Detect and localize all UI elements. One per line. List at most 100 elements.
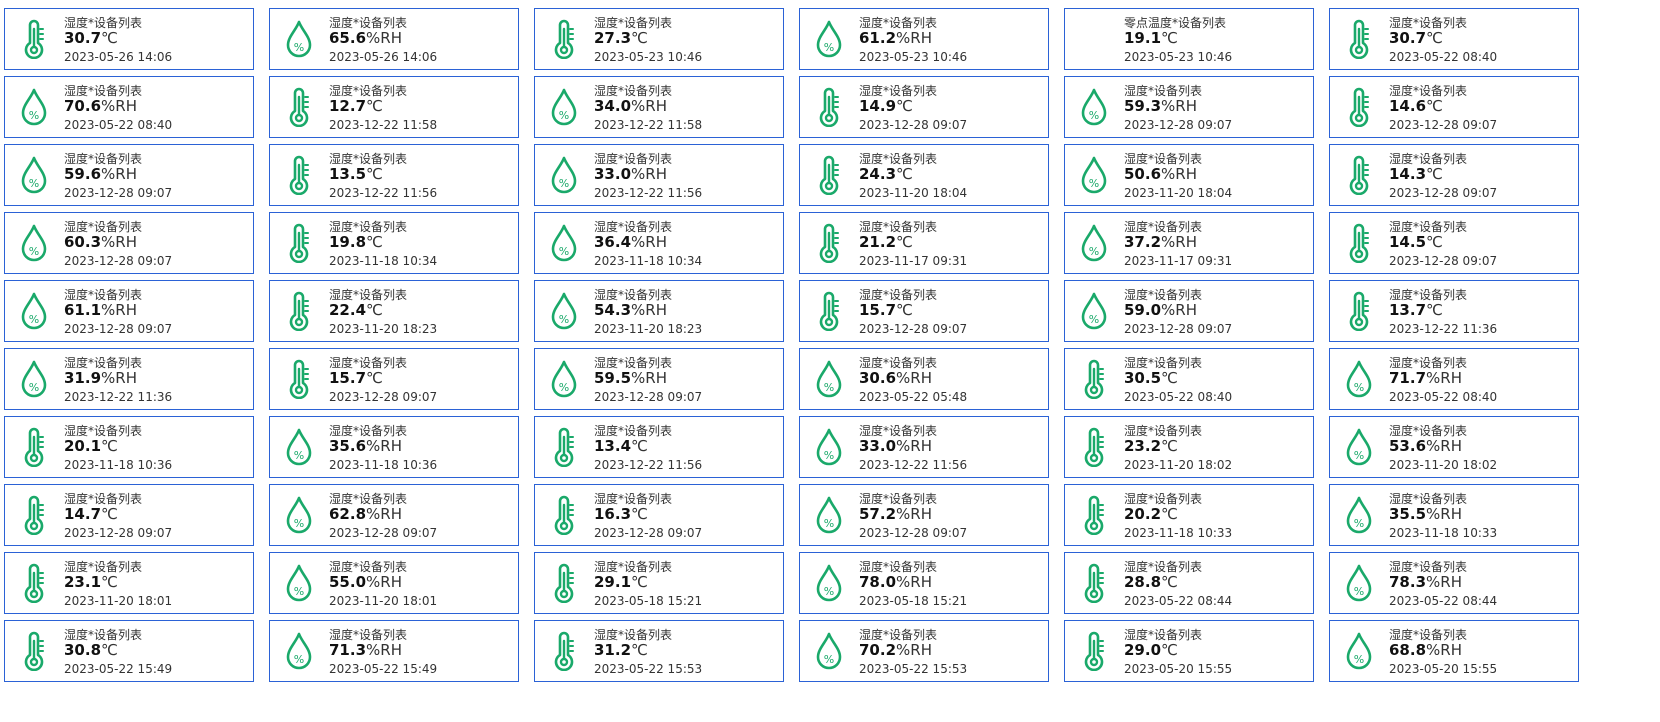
sensor-card[interactable]: 湿度*设备列表 13.7℃ 2023-12-22 11:36 <box>1329 280 1579 342</box>
sensor-card[interactable]: % 湿度*设备列表 59.3%RH 2023-12-28 09:07 <box>1064 76 1314 138</box>
sensor-card[interactable]: 湿度*设备列表 30.8℃ 2023-05-22 15:49 <box>4 620 254 682</box>
sensor-card[interactable]: % 湿度*设备列表 34.0%RH 2023-12-22 11:58 <box>534 76 784 138</box>
sensor-timestamp: 2023-11-20 18:02 <box>1389 458 1498 472</box>
sensor-label: 湿度*设备列表 <box>1389 220 1468 234</box>
sensor-card[interactable]: % 湿度*设备列表 78.3%RH 2023-05-22 08:44 <box>1329 552 1579 614</box>
sensor-card[interactable]: % 湿度*设备列表 65.6%RH 2023-05-26 14:06 <box>269 8 519 70</box>
sensor-card[interactable]: 湿度*设备列表 29.1℃ 2023-05-18 15:21 <box>534 552 784 614</box>
sensor-card[interactable]: % 湿度*设备列表 70.6%RH 2023-05-22 08:40 <box>4 76 254 138</box>
sensor-card[interactable]: % 湿度*设备列表 35.5%RH 2023-11-18 10:33 <box>1329 484 1579 546</box>
sensor-card[interactable]: 湿度*设备列表 29.0℃ 2023-05-20 15:55 <box>1064 620 1314 682</box>
sensor-card[interactable]: % 湿度*设备列表 59.0%RH 2023-12-28 09:07 <box>1064 280 1314 342</box>
sensor-card[interactable]: 湿度*设备列表 14.6℃ 2023-12-28 09:07 <box>1329 76 1579 138</box>
sensor-card[interactable]: 湿度*设备列表 14.9℃ 2023-12-28 09:07 <box>799 76 1049 138</box>
sensor-reading: 22.4℃ <box>329 301 383 320</box>
sensor-card[interactable]: 湿度*设备列表 30.7℃ 2023-05-22 08:40 <box>1329 8 1579 70</box>
sensor-card[interactable]: % 湿度*设备列表 57.2%RH 2023-12-28 09:07 <box>799 484 1049 546</box>
sensor-card[interactable]: 湿度*设备列表 31.2℃ 2023-05-22 15:53 <box>534 620 784 682</box>
reading-unit: ℃ <box>1426 29 1443 47</box>
sensor-card[interactable]: % 湿度*设备列表 68.8%RH 2023-05-20 15:55 <box>1329 620 1579 682</box>
humidity-drop-icon: % <box>19 87 49 127</box>
thermometer-icon <box>814 155 844 195</box>
sensor-card[interactable]: 湿度*设备列表 13.4℃ 2023-12-22 11:56 <box>534 416 784 478</box>
svg-text:%: % <box>294 449 304 462</box>
sensor-card[interactable]: 湿度*设备列表 16.3℃ 2023-12-28 09:07 <box>534 484 784 546</box>
sensor-label: 湿度*设备列表 <box>1389 16 1468 30</box>
sensor-label: 湿度*设备列表 <box>329 288 408 302</box>
sensor-card[interactable]: % 湿度*设备列表 70.2%RH 2023-05-22 15:53 <box>799 620 1049 682</box>
sensor-card[interactable]: % 湿度*设备列表 71.3%RH 2023-05-22 15:49 <box>269 620 519 682</box>
sensor-card[interactable]: 湿度*设备列表 21.2℃ 2023-11-17 09:31 <box>799 212 1049 274</box>
sensor-card[interactable]: 湿度*设备列表 30.5℃ 2023-05-22 08:40 <box>1064 348 1314 410</box>
reading-value: 13.5 <box>329 165 367 183</box>
sensor-card[interactable]: 湿度*设备列表 12.7℃ 2023-12-22 11:58 <box>269 76 519 138</box>
thermometer-icon <box>814 291 844 331</box>
sensor-card[interactable]: % 湿度*设备列表 53.6%RH 2023-11-20 18:02 <box>1329 416 1579 478</box>
reading-value: 33.0 <box>859 437 897 455</box>
sensor-label: 湿度*设备列表 <box>1389 356 1468 370</box>
sensor-card[interactable]: % 湿度*设备列表 59.6%RH 2023-12-28 09:07 <box>4 144 254 206</box>
reading-value: 30.8 <box>64 641 102 659</box>
sensor-reading: 30.5℃ <box>1124 369 1178 388</box>
sensor-card[interactable]: 湿度*设备列表 20.2℃ 2023-11-18 10:33 <box>1064 484 1314 546</box>
sensor-timestamp: 2023-11-18 10:34 <box>329 254 438 268</box>
sensor-card[interactable]: % 湿度*设备列表 61.2%RH 2023-05-23 10:46 <box>799 8 1049 70</box>
sensor-card[interactable]: % 湿度*设备列表 36.4%RH 2023-11-18 10:34 <box>534 212 784 274</box>
reading-value: 15.7 <box>329 369 367 387</box>
sensor-label: 湿度*设备列表 <box>859 492 938 506</box>
sensor-card[interactable]: 湿度*设备列表 14.7℃ 2023-12-28 09:07 <box>4 484 254 546</box>
humidity-drop-icon: % <box>284 631 314 671</box>
sensor-card[interactable]: 湿度*设备列表 23.1℃ 2023-11-20 18:01 <box>4 552 254 614</box>
reading-unit: ℃ <box>1426 233 1443 251</box>
sensor-card[interactable]: 湿度*设备列表 13.5℃ 2023-12-22 11:56 <box>269 144 519 206</box>
sensor-card[interactable]: % 湿度*设备列表 31.9%RH 2023-12-22 11:36 <box>4 348 254 410</box>
reading-unit: ℃ <box>1161 505 1178 523</box>
sensor-card[interactable]: 湿度*设备列表 30.7℃ 2023-05-26 14:06 <box>4 8 254 70</box>
sensor-card[interactable]: 湿度*设备列表 15.7℃ 2023-12-28 09:07 <box>269 348 519 410</box>
sensor-card[interactable]: % 湿度*设备列表 59.5%RH 2023-12-28 09:07 <box>534 348 784 410</box>
reading-value: 16.3 <box>594 505 632 523</box>
sensor-card[interactable]: 湿度*设备列表 14.3℃ 2023-12-28 09:07 <box>1329 144 1579 206</box>
sensor-timestamp: 2023-12-28 09:07 <box>594 390 703 404</box>
sensor-card[interactable]: % 湿度*设备列表 30.6%RH 2023-05-22 05:48 <box>799 348 1049 410</box>
sensor-card[interactable]: % 湿度*设备列表 60.3%RH 2023-12-28 09:07 <box>4 212 254 274</box>
sensor-card[interactable]: 湿度*设备列表 23.2℃ 2023-11-20 18:02 <box>1064 416 1314 478</box>
sensor-card[interactable]: 湿度*设备列表 15.7℃ 2023-12-28 09:07 <box>799 280 1049 342</box>
sensor-card[interactable]: % 湿度*设备列表 50.6%RH 2023-11-20 18:04 <box>1064 144 1314 206</box>
sensor-card[interactable]: % 湿度*设备列表 71.7%RH 2023-05-22 08:40 <box>1329 348 1579 410</box>
sensor-card[interactable]: 湿度*设备列表 19.8℃ 2023-11-18 10:34 <box>269 212 519 274</box>
humidity-drop-icon: % <box>549 291 579 331</box>
sensor-card[interactable]: 湿度*设备列表 28.8℃ 2023-05-22 08:44 <box>1064 552 1314 614</box>
humidity-drop-icon: % <box>549 359 579 399</box>
sensor-card[interactable]: 湿度*设备列表 24.3℃ 2023-11-20 18:04 <box>799 144 1049 206</box>
sensor-timestamp: 2023-11-20 18:23 <box>329 322 438 336</box>
sensor-label: 湿度*设备列表 <box>329 220 408 234</box>
humidity-drop-icon: % <box>1344 631 1374 671</box>
sensor-card[interactable]: 湿度*设备列表 20.1℃ 2023-11-18 10:36 <box>4 416 254 478</box>
sensor-reading: 34.0%RH <box>594 97 667 116</box>
sensor-card[interactable]: % 湿度*设备列表 61.1%RH 2023-12-28 09:07 <box>4 280 254 342</box>
reading-unit: %RH <box>366 573 402 591</box>
reading-unit: ℃ <box>631 29 648 47</box>
sensor-card[interactable]: % 湿度*设备列表 55.0%RH 2023-11-20 18:01 <box>269 552 519 614</box>
sensor-card[interactable]: 零点温度*设备列表 19.1℃ 2023-05-23 10:46 <box>1064 8 1314 70</box>
sensor-card[interactable]: % 湿度*设备列表 37.2%RH 2023-11-17 09:31 <box>1064 212 1314 274</box>
sensor-card[interactable]: % 湿度*设备列表 35.6%RH 2023-11-18 10:36 <box>269 416 519 478</box>
sensor-card[interactable]: % 湿度*设备列表 78.0%RH 2023-05-18 15:21 <box>799 552 1049 614</box>
reading-unit: ℃ <box>366 165 383 183</box>
svg-text:%: % <box>1354 517 1364 530</box>
sensor-card[interactable]: % 湿度*设备列表 33.0%RH 2023-12-22 11:56 <box>534 144 784 206</box>
sensor-card[interactable]: % 湿度*设备列表 62.8%RH 2023-12-28 09:07 <box>269 484 519 546</box>
sensor-reading: 35.6%RH <box>329 437 402 456</box>
sensor-card[interactable]: % 湿度*设备列表 54.3%RH 2023-11-20 18:23 <box>534 280 784 342</box>
sensor-card[interactable]: 湿度*设备列表 14.5℃ 2023-12-28 09:07 <box>1329 212 1579 274</box>
sensor-card[interactable]: 湿度*设备列表 22.4℃ 2023-11-20 18:23 <box>269 280 519 342</box>
reading-unit: %RH <box>1161 233 1197 251</box>
reading-unit: %RH <box>631 165 667 183</box>
sensor-card[interactable]: 湿度*设备列表 27.3℃ 2023-05-23 10:46 <box>534 8 784 70</box>
sensor-label: 湿度*设备列表 <box>1124 288 1203 302</box>
reading-value: 34.0 <box>594 97 632 115</box>
sensor-card[interactable]: % 湿度*设备列表 33.0%RH 2023-12-22 11:56 <box>799 416 1049 478</box>
reading-unit: %RH <box>366 29 402 47</box>
humidity-drop-icon: % <box>814 631 844 671</box>
